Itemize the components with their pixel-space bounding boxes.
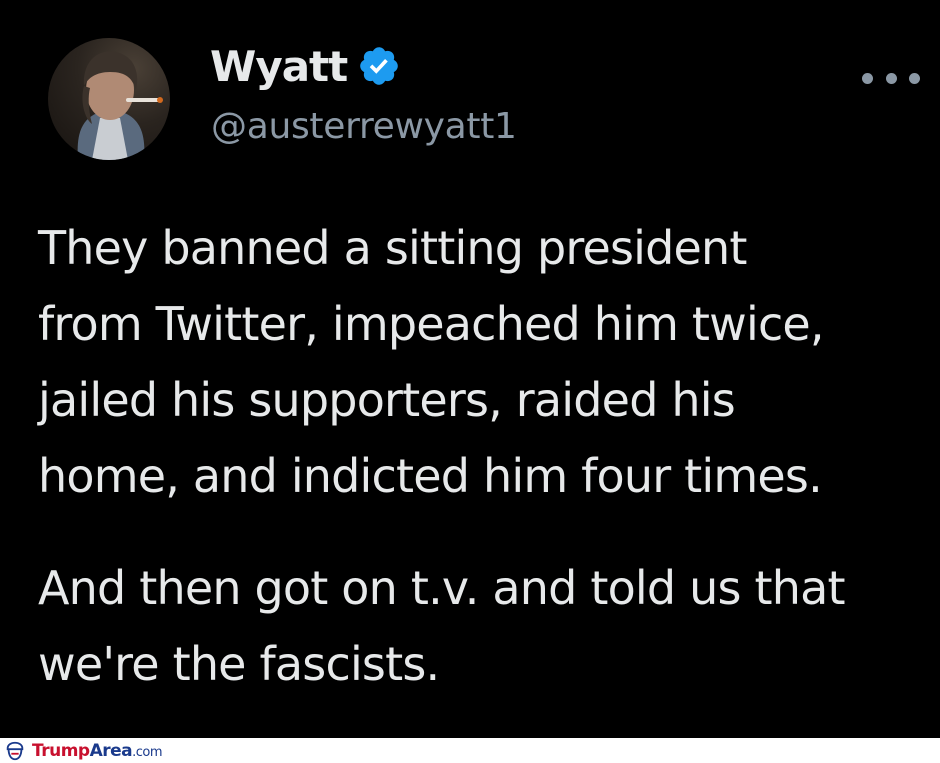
- author-name[interactable]: Wyatt: [210, 42, 348, 91]
- author-name-row[interactable]: Wyatt: [210, 38, 401, 94]
- more-options-icon[interactable]: [862, 68, 920, 88]
- watermark-text: TrumpArea.com: [32, 740, 163, 761]
- more-dot: [909, 72, 920, 84]
- tweet-paragraph-2: And then got on t.v. and told us that we…: [38, 561, 846, 691]
- more-dot: [885, 72, 897, 84]
- more-dot: [862, 72, 873, 84]
- logo-icon: [6, 741, 24, 760]
- watermark-part-1: Trump: [32, 740, 90, 761]
- author-handle[interactable]: @austerrewyatt1: [211, 106, 517, 147]
- site-watermark: TrumpArea.com: [0, 738, 940, 763]
- watermark-part-2: Area: [89, 740, 133, 761]
- profile-photo-avatar: [77, 51, 163, 160]
- author-avatar[interactable]: [48, 38, 170, 160]
- tweet-text: They banned a sitting president from Twi…: [38, 210, 923, 702]
- watermark-part-3: .com: [132, 744, 163, 760]
- verified-badge-icon: [360, 47, 398, 85]
- tweet-card: Wyatt @austerrewyatt1 They banned a sitt…: [0, 0, 940, 738]
- tweet-paragraph-1: They banned a sitting president from Twi…: [38, 221, 825, 503]
